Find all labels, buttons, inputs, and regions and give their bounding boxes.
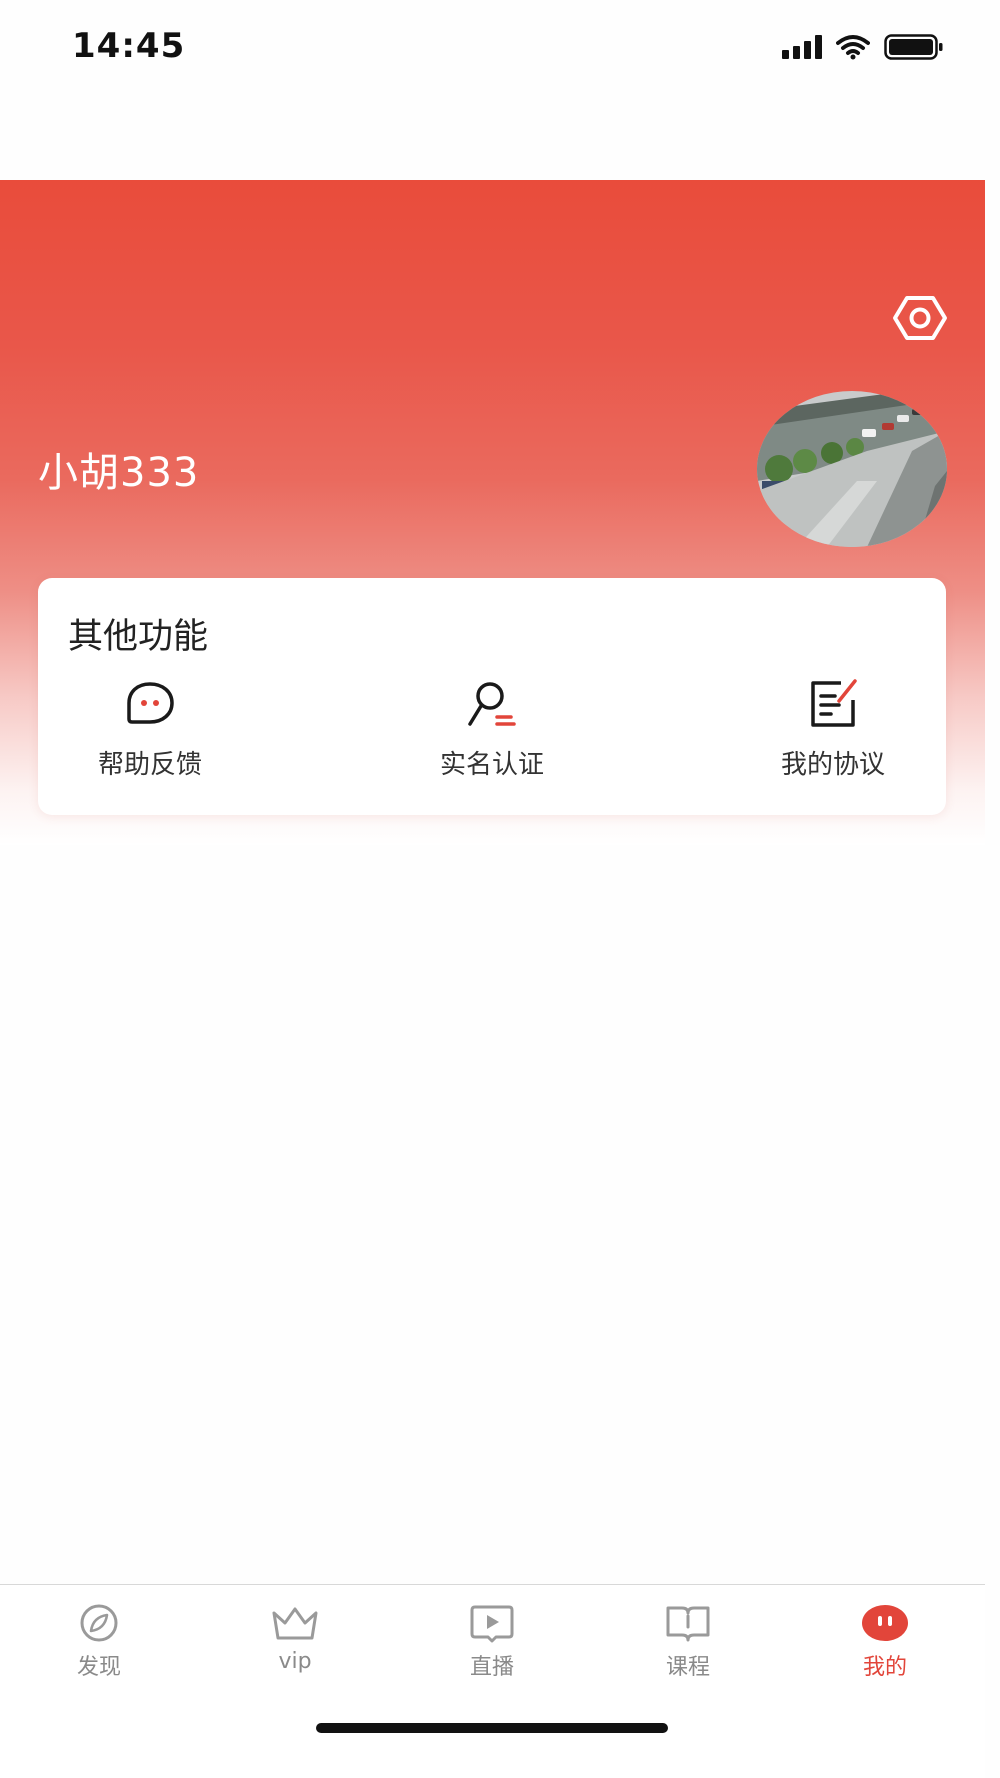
wifi-icon [836,35,870,60]
tab-live-label: 直播 [469,1655,514,1680]
other-functions-card: 其他功能 帮助反馈 实名认证 我的协议 [38,578,946,815]
tab-courses-label: 课程 [665,1655,710,1680]
username[interactable]: 小胡333 [38,440,199,498]
status-time: 14:45 [72,26,186,66]
chat-bubble-icon [127,682,174,724]
cellular-signal-icon [782,35,822,59]
tab-vip-label: vip [278,1649,312,1674]
book-icon [666,1606,710,1642]
help-feedback-label: 帮助反馈 [97,750,202,780]
tab-discover-label: 发现 [76,1655,121,1680]
tab-discover[interactable]: 发现 [39,1603,159,1681]
bottom-tab-bar: 发现 vip 直播 课程 我的 [0,1584,985,1778]
tab-live[interactable]: 直播 [432,1603,552,1681]
tab-courses[interactable]: 课程 [628,1603,748,1681]
tab-mine[interactable]: 我的 [825,1603,945,1681]
profile-face-icon [862,1605,908,1641]
my-agreement-button[interactable]: 我的协议 [733,678,933,788]
real-name-auth-label: 实名认证 [439,750,544,780]
profile-page: 14:45 小胡333 其他功能 帮助反馈 实名认证 我的协议 发现 vip 直… [0,0,1000,1778]
battery-icon [884,34,943,60]
real-name-auth-button[interactable]: 实名认证 [392,678,592,788]
tab-vip[interactable]: vip [235,1603,355,1674]
status-icons [782,34,944,60]
crown-icon [272,1607,318,1640]
help-feedback-button[interactable]: 帮助反馈 [50,678,250,788]
card-title: 其他功能 [68,617,209,657]
document-edit-icon [811,679,857,727]
play-icon [470,1605,514,1643]
tab-mine-label: 我的 [862,1655,907,1680]
my-agreement-label: 我的协议 [780,750,885,780]
status-bar: 14:45 [0,0,1000,100]
compass-icon [80,1604,118,1642]
home-indicator [316,1723,668,1733]
user-verify-icon [468,682,516,726]
settings-hexagon-icon[interactable] [892,294,948,342]
avatar[interactable] [757,391,947,547]
